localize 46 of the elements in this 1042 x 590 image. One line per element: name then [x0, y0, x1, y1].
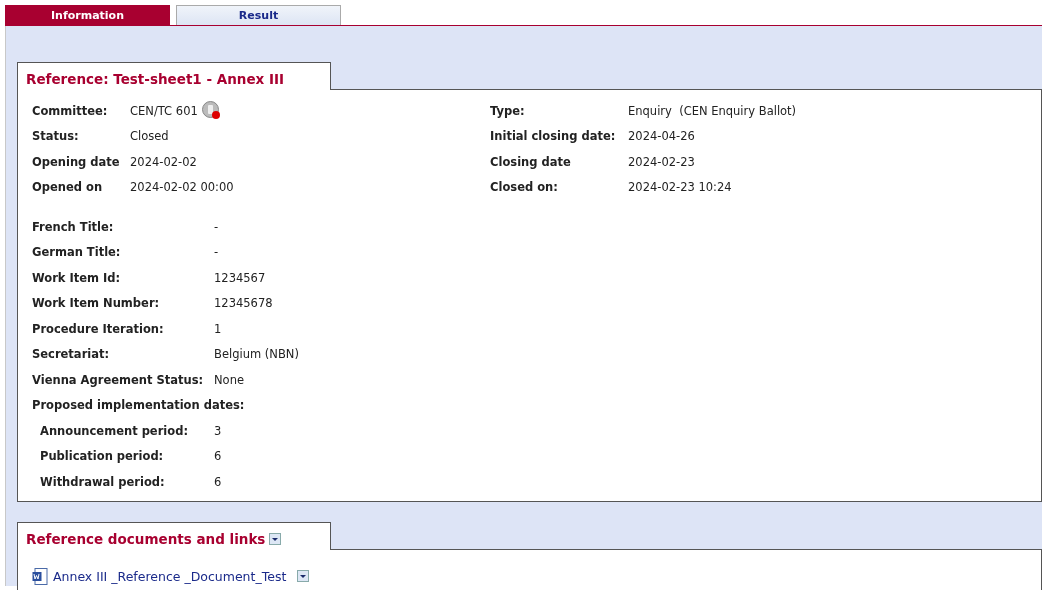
field-label: Publication period: [40, 449, 165, 464]
field-label: Vienna Agreement Status: [32, 372, 205, 387]
field-value: 2024-02-23 10:24 [628, 180, 732, 195]
field-label: Opening date [32, 154, 121, 169]
panel-title: Reference documents and links [26, 530, 266, 547]
document-link[interactable]: Annex III _Reference _Document_Test [53, 568, 287, 584]
field-label: Closing date [490, 154, 572, 169]
field-value: None [214, 372, 244, 387]
dropdown-icon[interactable] [297, 570, 310, 582]
field-value: CEN/TC 601 [130, 103, 198, 118]
field-value: 6 [214, 449, 222, 464]
field-label: Committee: [32, 103, 109, 118]
field-value: 3 [214, 423, 222, 438]
field-label: Proposed implementation dates: [32, 398, 246, 413]
committee-icon [201, 101, 221, 121]
field-label: Initial closing date: [490, 129, 617, 144]
field-value: 2024-02-02 [130, 154, 197, 169]
field-value: - [214, 245, 219, 260]
field-label: Work Item Id: [32, 270, 122, 285]
tab[interactable]: Result [176, 5, 341, 25]
field-label: Procedure Iteration: [32, 321, 165, 336]
field-value: 1234567 [214, 270, 266, 285]
panel-title: Reference: Test-sheet1 - Annex III [26, 71, 285, 87]
field-value: 2024-04-26 [628, 129, 695, 144]
field-label: Status: [32, 129, 80, 144]
word-document-icon [32, 567, 48, 585]
field-label: Announcement period: [40, 423, 189, 438]
field-value: 6 [214, 474, 222, 489]
field-label: Withdrawal period: [40, 474, 166, 489]
field-value: Enquiry (CEN Enquiry Ballot) [628, 103, 797, 118]
field-label: Closed on: [490, 180, 559, 195]
field-value: 2024-02-02 00:00 [130, 180, 234, 195]
tab[interactable]: Information [5, 5, 170, 25]
field-label: French Title: [32, 219, 115, 234]
field-value: - [214, 219, 219, 234]
field-value: 12345678 [214, 296, 273, 311]
field-value: Closed [130, 129, 169, 144]
field-label: Type: [490, 103, 526, 118]
field-value: 2024-02-23 [628, 154, 695, 169]
field-value: 1 [214, 321, 222, 336]
field-label: German Title: [32, 245, 122, 260]
field-label: Work Item Number: [32, 296, 161, 311]
dropdown-icon[interactable] [269, 532, 282, 545]
field-label: Secretariat: [32, 347, 111, 362]
field-label: Opened on [32, 180, 104, 195]
field-value: Belgium (NBN) [214, 347, 299, 362]
